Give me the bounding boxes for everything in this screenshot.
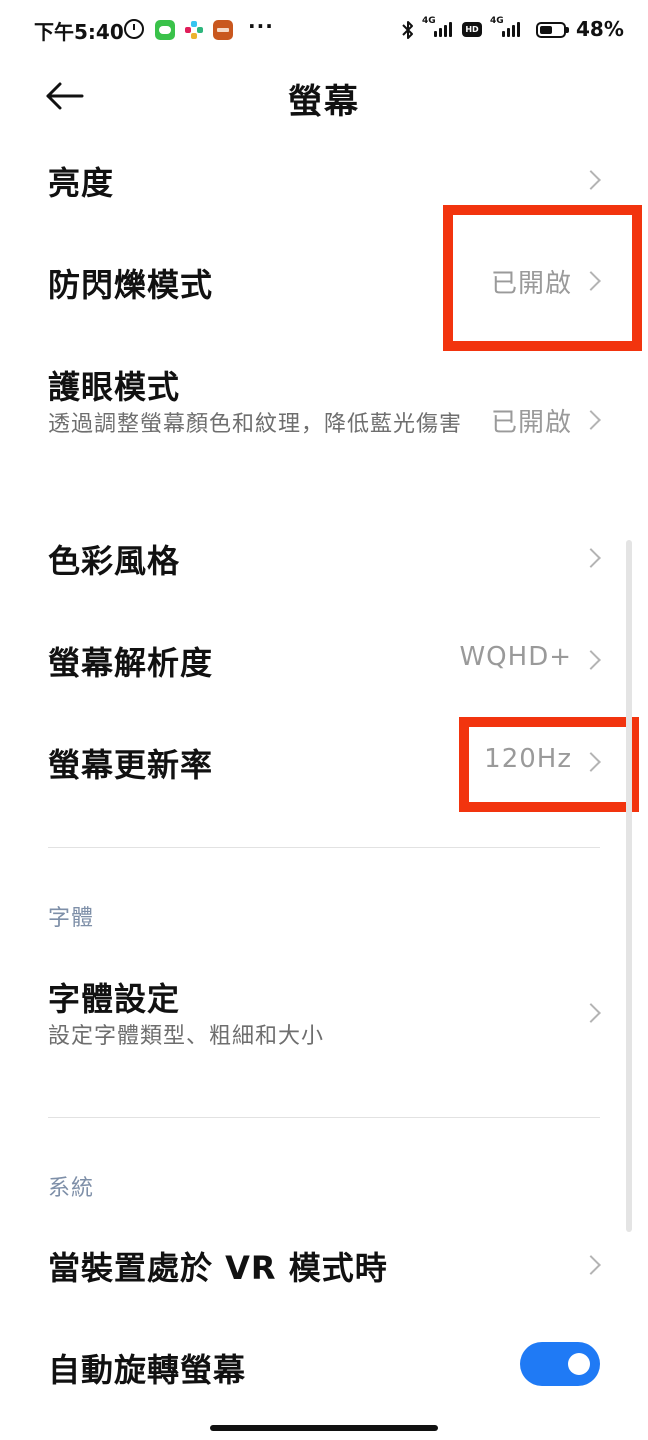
eye-care-row[interactable]: 護眼模式 透過調整螢幕顏色和紋理，降低藍光傷害 已開啟	[0, 330, 648, 510]
chevron-right-icon	[581, 410, 601, 430]
vr-mode-title: 當裝置處於 VR 模式時	[48, 1249, 388, 1287]
chevron-right-icon	[581, 1003, 601, 1023]
chevron-right-icon	[581, 548, 601, 568]
auto-rotate-toggle[interactable]	[520, 1342, 600, 1386]
brightness-title: 亮度	[48, 164, 115, 202]
font-settings-row[interactable]: 字體設定 設定字體類型、粗細和大小	[0, 950, 648, 1080]
resolution-value: WQHD+	[459, 642, 572, 672]
eye-care-title: 護眼模式	[48, 368, 181, 406]
vr-mode-row[interactable]: 當裝置處於 VR 模式時	[0, 1215, 648, 1315]
toggle-knob	[568, 1353, 590, 1375]
signal-icon-2: 4G	[490, 16, 524, 40]
color-style-row[interactable]: 色彩風格	[0, 510, 648, 610]
chevron-right-icon	[581, 170, 601, 190]
eye-care-subtitle: 透過調整螢幕顏色和紋理，降低藍光傷害	[48, 412, 463, 437]
divider	[48, 847, 600, 848]
app-icon	[213, 20, 233, 40]
line-icon	[155, 20, 175, 40]
resolution-title: 螢幕解析度	[48, 644, 214, 682]
battery-level: 48%	[576, 17, 624, 41]
divider	[48, 1117, 600, 1118]
section-label-system: 系統	[48, 1176, 95, 1201]
refresh-rate-title: 螢幕更新率	[48, 746, 214, 784]
signal-icon: 4G	[422, 16, 456, 40]
scrollbar[interactable]	[626, 540, 632, 1232]
status-time: 下午5:40	[34, 20, 124, 44]
color-style-title: 色彩風格	[48, 542, 181, 580]
header: 螢幕	[0, 60, 648, 132]
slack-icon	[184, 20, 204, 40]
battery-icon	[536, 22, 569, 38]
flicker-mode-title: 防閃爍模式	[48, 266, 214, 304]
bluetooth-icon	[402, 21, 413, 39]
section-label-font: 字體	[48, 906, 95, 931]
auto-rotate-title: 自動旋轉螢幕	[48, 1351, 247, 1389]
more-notifications-icon: ···	[248, 14, 274, 38]
home-indicator[interactable]	[210, 1425, 438, 1431]
hd-voice-icon: HD	[462, 22, 482, 37]
status-bar: 下午5:40 ··· 4G HD 4G 48%	[0, 0, 648, 60]
eye-care-value: 已開啟	[490, 408, 572, 438]
font-settings-subtitle: 設定字體類型、粗細和大小	[48, 1024, 325, 1049]
highlight-box-flicker	[443, 205, 642, 351]
page-title: 螢幕	[288, 82, 360, 122]
resolution-row[interactable]: 螢幕解析度 WQHD+	[0, 610, 648, 710]
font-settings-title: 字體設定	[48, 980, 181, 1018]
chevron-right-icon	[581, 650, 601, 670]
highlight-box-refresh-rate	[459, 717, 639, 812]
alarm-icon	[124, 19, 144, 39]
chevron-right-icon	[581, 1255, 601, 1275]
